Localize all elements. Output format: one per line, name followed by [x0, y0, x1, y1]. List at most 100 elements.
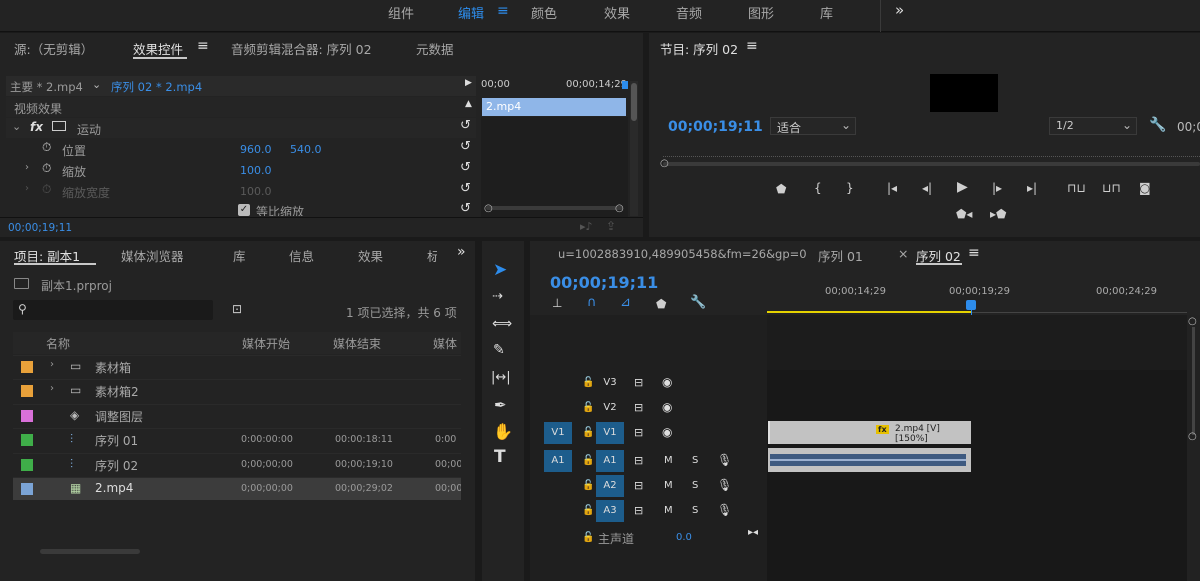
item-name[interactable]: 序列 02 — [95, 457, 138, 474]
pen-tool-icon[interactable]: ✒ — [494, 396, 507, 414]
lock-icon[interactable]: 🔓 — [582, 377, 594, 388]
more-tabs-icon[interactable]: » — [457, 244, 466, 260]
track-target-a3[interactable]: A3 — [596, 500, 624, 522]
scroll-track[interactable] — [1192, 327, 1195, 435]
project-item[interactable]: ▦ 2.mp4 0;00;00;00 00;00;29;02 00;00 — [13, 477, 461, 500]
search-input[interactable]: ⚲ — [13, 300, 213, 320]
panel-menu-icon[interactable]: ≡ — [197, 38, 209, 54]
extract-icon[interactable]: ⊔⊓ — [1102, 182, 1121, 194]
item-name[interactable]: 2.mp4 — [95, 481, 133, 495]
step-back-icon[interactable]: ◂| — [922, 182, 932, 194]
add-marker-icon[interactable]: ⬟ — [776, 183, 786, 195]
play-icon[interactable]: ▶ — [957, 180, 968, 194]
master-end-icon[interactable]: ▸◂ — [748, 527, 758, 538]
microphone-icon[interactable]: 🎙 — [717, 503, 732, 517]
sync-lock-icon[interactable]: ⊟ — [634, 376, 643, 389]
solo-button[interactable]: S — [692, 455, 698, 466]
track-target-a2[interactable]: A2 — [596, 475, 624, 497]
hand-tool-icon[interactable]: ✋ — [493, 422, 513, 441]
project-item[interactable]: ⫶ 序列 02 0;00;00;00 00;00;19;10 00;00 — [13, 452, 461, 476]
sync-lock-icon[interactable]: ⊟ — [634, 479, 643, 492]
eye-icon[interactable]: ◉ — [662, 375, 672, 389]
tab-source[interactable]: 源:（无剪辑） — [14, 39, 93, 58]
tab-info[interactable]: 信息 — [289, 246, 314, 265]
item-name[interactable]: 调整图层 — [95, 408, 143, 425]
type-tool-icon[interactable]: T — [494, 447, 506, 467]
video-clip[interactable]: fx 2.mp4 [V] [150%] — [768, 421, 971, 444]
workspace-libraries[interactable]: 库 — [820, 3, 833, 22]
playhead-marker[interactable] — [622, 81, 628, 89]
tab-clip-sequence[interactable]: u=1002883910,489905458&fm=26&gp=0 — [558, 247, 807, 261]
scroll-handle-bottom-icon[interactable]: ○ — [1188, 431, 1197, 442]
source-patch-v1[interactable]: V1 — [544, 422, 572, 444]
scroll-thumb[interactable] — [40, 549, 140, 554]
tab-audio-mixer[interactable]: 音频剪辑混合器: 序列 02 — [231, 39, 372, 58]
program-title[interactable]: 节目: 序列 02 — [660, 39, 738, 58]
workspace-color[interactable]: 颜色 — [531, 3, 557, 22]
solo-button[interactable]: S — [692, 480, 698, 491]
effect-timecode[interactable]: 00;00;19;11 — [8, 222, 72, 234]
eye-icon[interactable]: ◉ — [662, 425, 672, 439]
video-preview[interactable] — [930, 74, 998, 112]
monitor-scrollbar[interactable] — [663, 162, 1200, 166]
position-y-value[interactable]: 540.0 — [290, 143, 322, 156]
insert-icon[interactable]: ⬟◂ — [956, 208, 972, 220]
project-item[interactable]: › ▭ 素材箱2 — [13, 379, 461, 403]
workspace-graphics[interactable]: 图形 — [748, 3, 774, 22]
export-icon[interactable]: ⇪ — [606, 219, 616, 233]
position-x-value[interactable]: 960.0 — [240, 143, 272, 156]
filter-icon[interactable]: ▸♪ — [580, 220, 593, 233]
uniform-scale-checkbox[interactable]: ✓ — [238, 204, 250, 216]
workspace-audio[interactable]: 音频 — [676, 3, 702, 22]
workspace-editing[interactable]: 编辑 — [458, 3, 484, 22]
nest-icon[interactable]: ⊥ — [552, 297, 562, 309]
step-forward-icon[interactable]: |▸ — [992, 182, 1002, 194]
sync-lock-icon[interactable]: ⊟ — [634, 426, 643, 439]
reset-scale-width-icon[interactable]: ↺ — [460, 181, 471, 196]
ripple-edit-tool-icon[interactable]: ⟺ — [492, 316, 512, 332]
lock-icon[interactable]: 🔓 — [582, 480, 594, 491]
expand-chevron-icon[interactable]: › — [50, 383, 54, 394]
close-tab-icon[interactable]: × — [898, 246, 908, 261]
collapse-up-icon[interactable]: ▲ — [465, 99, 472, 109]
horizontal-scrollbar[interactable] — [13, 546, 461, 556]
go-to-out-icon[interactable]: ▸| — [1027, 182, 1037, 194]
lock-icon[interactable]: 🔓 — [582, 532, 594, 543]
master-value[interactable]: 0.0 — [676, 532, 692, 543]
label-color-swatch[interactable] — [21, 434, 33, 447]
track-target-v1[interactable]: V1 — [596, 422, 624, 444]
sequence-clip-label[interactable]: 序列 02 * 2.mp4 — [111, 79, 202, 95]
tab-metadata[interactable]: 元数据 — [416, 39, 454, 58]
scroll-handle-icon[interactable]: ○ — [660, 158, 669, 169]
column-media-end[interactable]: 媒体结束 — [333, 335, 381, 352]
reset-scale-icon[interactable]: ↺ — [460, 160, 471, 175]
expand-scale-width-icon[interactable]: › — [25, 183, 29, 194]
lock-icon[interactable]: 🔓 — [582, 427, 594, 438]
item-name[interactable]: 序列 01 — [95, 432, 138, 449]
workspace-assembly[interactable]: 组件 — [388, 3, 414, 22]
scroll-handle-left-icon[interactable]: ○ — [484, 203, 493, 214]
mark-in-icon[interactable]: { — [814, 182, 822, 194]
column-name[interactable]: 名称 — [46, 335, 70, 352]
source-patch-a1[interactable]: A1 — [544, 450, 572, 472]
lock-icon[interactable]: 🔓 — [582, 402, 594, 413]
track-target-a1[interactable]: A1 — [596, 450, 624, 472]
tab-media-browser[interactable]: 媒体浏览器 — [121, 246, 184, 265]
lock-icon[interactable]: 🔓 — [582, 505, 594, 516]
stopwatch-icon[interactable]: ⏱ — [42, 140, 51, 155]
microphone-icon[interactable]: 🎙 — [717, 478, 732, 492]
new-search-bin-icon[interactable]: ⊡ — [232, 302, 242, 316]
panel-menu-icon[interactable]: ≡ — [746, 38, 758, 54]
panel-menu-icon[interactable]: ≡ — [968, 245, 980, 261]
master-clip-label[interactable]: 主要 * 2.mp4 — [10, 79, 83, 95]
stopwatch-icon[interactable]: ⏱ — [42, 161, 51, 176]
item-name[interactable]: 素材箱2 — [95, 383, 139, 400]
solo-button[interactable]: S — [692, 505, 698, 516]
track-target-v3[interactable]: V3 — [596, 372, 624, 394]
eye-icon[interactable]: ◉ — [662, 400, 672, 414]
reset-uniform-icon[interactable]: ↺ — [460, 201, 471, 216]
fit-dropdown[interactable]: 适合 ⌄ — [770, 117, 856, 135]
label-color-swatch[interactable] — [21, 483, 33, 495]
scale-value[interactable]: 100.0 — [240, 164, 272, 177]
chevron-down-icon[interactable]: ⌄ — [92, 78, 101, 91]
